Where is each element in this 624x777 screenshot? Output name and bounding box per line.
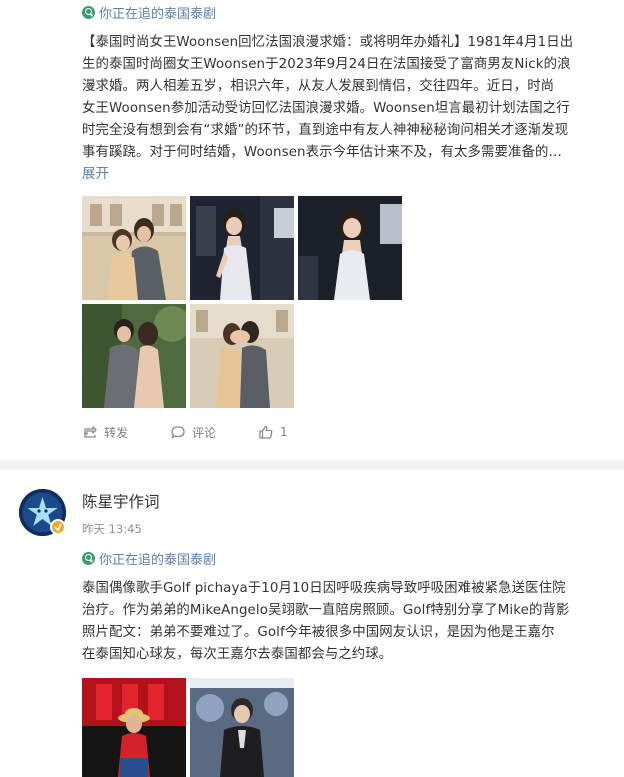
comment-icon	[171, 426, 185, 439]
topic-label: 你正在追的泰国泰剧	[99, 552, 217, 568]
repost-button[interactable]: 转发	[82, 422, 128, 442]
post-text-line: 在泰国知心球友，每次王嘉尔去泰国都会与之约球。	[82, 647, 393, 662]
post-text-line: 生的泰国时尚圈女王Woonsen于2023年9月24日在法国接受了富商男友Nic…	[82, 57, 571, 72]
post-text: 泰国偶像歌手Golf pichaya于10月10日因呼吸疾病导致呼吸困难被紧急送…	[82, 578, 612, 666]
post-text-line: 泰国偶像歌手Golf pichaya于10月10日因呼吸疾病导致呼吸困难被紧急送…	[82, 581, 566, 596]
post-text-line: 女王Woonsen参加活动受访回忆法国浪漫求婚。Woonsen坦言最初计划法国之…	[82, 101, 570, 116]
topic-label: 你正在追的泰国泰剧	[99, 6, 217, 22]
post-photo[interactable]	[190, 196, 294, 300]
like-count: 1	[280, 425, 288, 439]
post-photo[interactable]	[82, 678, 186, 777]
feed-divider	[0, 460, 624, 470]
post-text-line: 事有蹊跷。对于何时结婚，Woonsen表示今年估计来不及，有太多需要准备的…	[82, 145, 562, 160]
post-photo[interactable]	[298, 196, 402, 300]
like-button[interactable]: 1	[258, 422, 288, 442]
thumbs-up-icon	[259, 425, 273, 439]
post-photo[interactable]	[190, 304, 294, 408]
topic-tag[interactable]: 你正在追的泰国泰剧	[82, 549, 217, 568]
post-text-line: 照片配文：弟弟不要难过了。Golf今年被很多中国网友认识，是因为他是王嘉尔	[82, 625, 555, 640]
comment-button[interactable]: 评论	[170, 422, 216, 442]
verified-badge-icon	[50, 519, 66, 535]
post-text-line: 治疗。作为弟弟的MikeAngelo吴翊歌一直陪房照顾。Golf特别分享了Mik…	[82, 603, 570, 618]
post-text-line: 漫求婚。两人相差五岁，相识六年，从友人发展到情侣，交往四年。近日，时尚	[82, 79, 555, 94]
search-topic-icon	[82, 551, 95, 565]
expand-link[interactable]: 展开	[82, 164, 612, 186]
search-topic-icon	[82, 5, 95, 19]
post-photo[interactable]	[190, 678, 294, 777]
post-username[interactable]: 陈星宇作词	[82, 490, 160, 512]
post-photo[interactable]	[82, 196, 186, 300]
comment-label: 评论	[192, 425, 217, 440]
feed-post: 你正在追的泰国泰剧 【泰国时尚女王Woonsen回忆法国浪漫求婚：或将明年办婚礼…	[0, 0, 624, 460]
topic-tag[interactable]: 你正在追的泰国泰剧	[82, 3, 217, 22]
post-text-line: 时完全没有想到会有“求婚”的环节，直到途中有友人神神秘秘询问相关才逐渐发现	[82, 123, 569, 138]
post-time: 昨天 13:45	[82, 522, 142, 536]
post-actions: 转发 评论 1	[82, 422, 330, 442]
post-photo[interactable]	[82, 304, 186, 408]
post-text-line: 【泰国时尚女王Woonsen回忆法国浪漫求婚：或将明年办婚礼】1981年4月1日…	[82, 35, 574, 50]
post-text: 【泰国时尚女王Woonsen回忆法国浪漫求婚：或将明年办婚礼】1981年4月1日…	[82, 32, 612, 186]
repost-icon	[84, 426, 97, 438]
repost-label: 转发	[104, 425, 129, 440]
